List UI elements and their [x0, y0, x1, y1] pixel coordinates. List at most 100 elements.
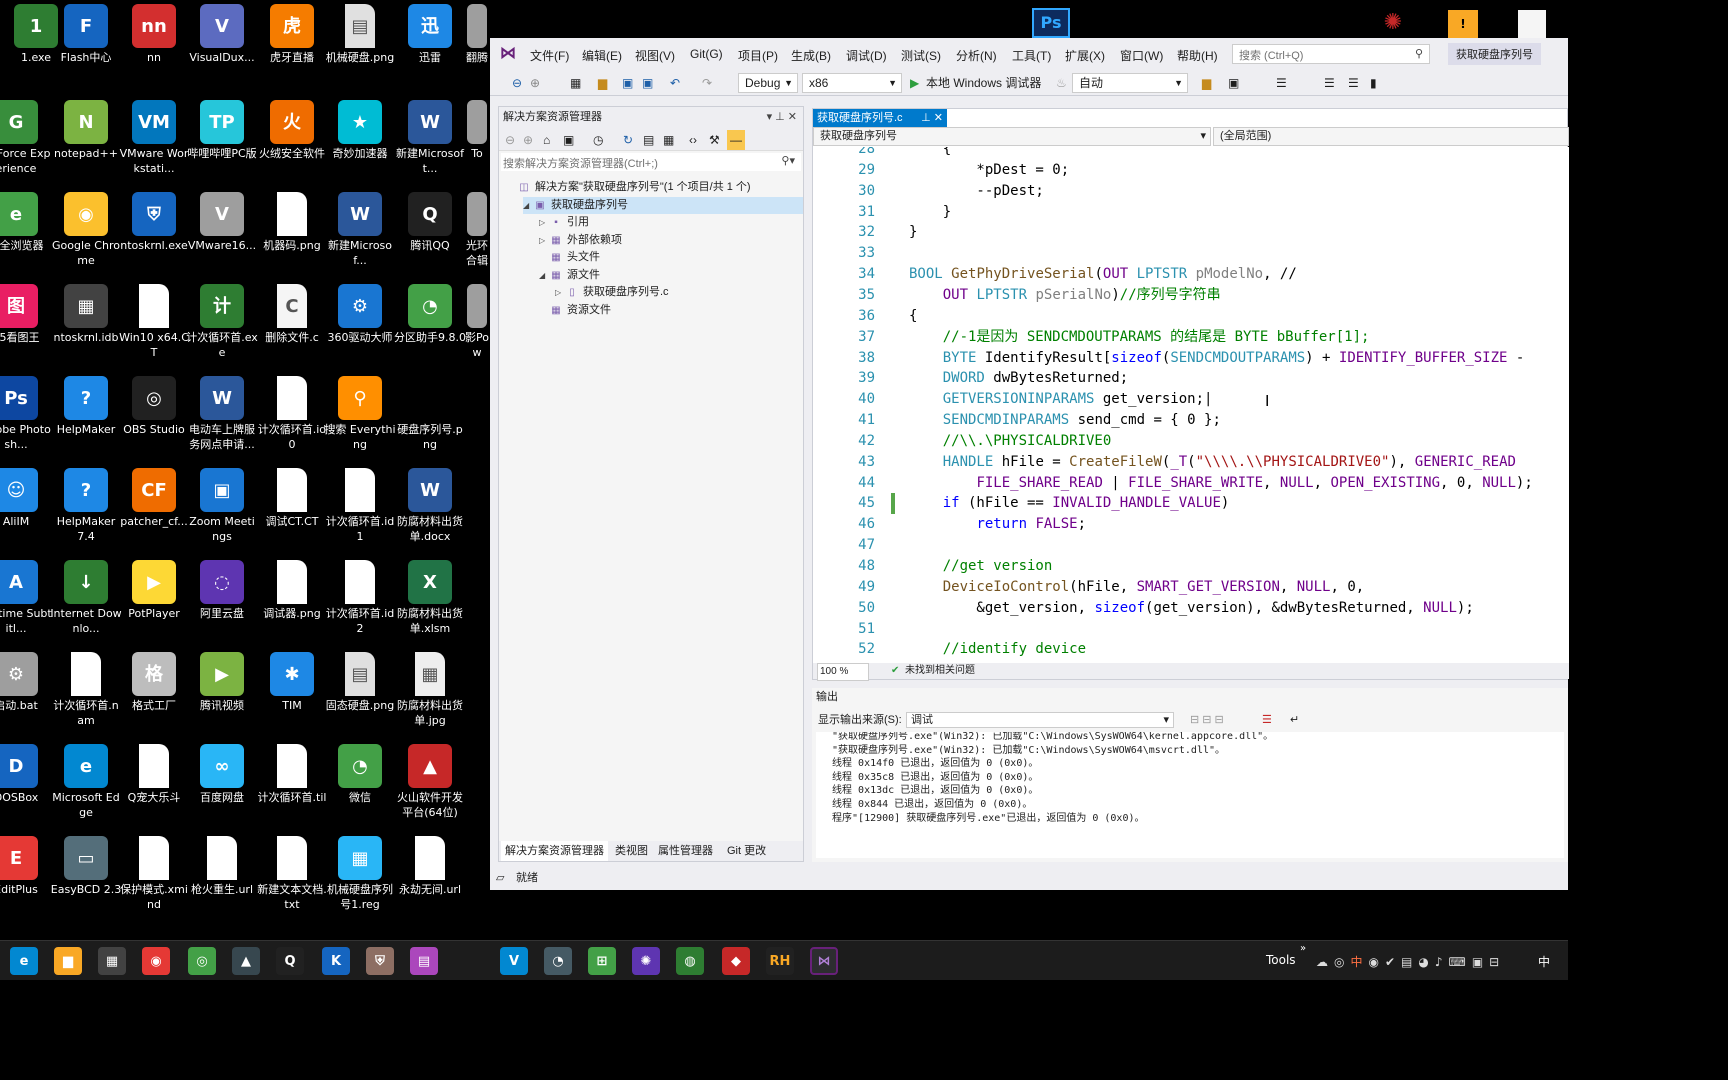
expand-arrow-icon[interactable]: ▷	[539, 214, 549, 231]
image-icon[interactable]: ▤	[410, 947, 438, 975]
menu-item[interactable]: 扩展(X)	[1065, 47, 1105, 64]
desktop-icon[interactable]: ⛨ ntoskrnl.exe	[118, 192, 190, 253]
auto-select[interactable]: 自动 ▼	[1072, 73, 1188, 93]
home-icon[interactable]: ⌂	[543, 130, 550, 150]
tree-item[interactable]: ▦ 资源文件	[539, 302, 611, 319]
desktop-icon[interactable]: Win10 x64.CT	[118, 284, 190, 360]
refresh-icon[interactable]: ↻	[623, 130, 633, 150]
tools-label[interactable]: Tools	[1266, 953, 1296, 967]
document-icon[interactable]	[1518, 10, 1546, 38]
list-icon[interactable]: ☰	[1348, 73, 1359, 93]
desktop-icon[interactable]: V VMware16...	[186, 192, 258, 253]
ime-icon[interactable]: 中	[1350, 955, 1368, 969]
tree-item[interactable]: ▷ ▪ 引用	[539, 214, 589, 231]
code-area[interactable]: 28 {29 *pDest = 0; 30 --pDest; 31 } 32} 33 34…	[813, 147, 1569, 663]
copy-icon[interactable]: ▦	[663, 130, 674, 150]
menu-item[interactable]: 编辑(E)	[582, 47, 622, 64]
desktop-icon[interactable]: 新建文本文档.txt	[256, 836, 328, 912]
desktop-icon[interactable]: ▶ PotPlayer	[118, 560, 190, 621]
expand-arrow-icon[interactable]: ◢	[539, 267, 549, 284]
desktop-icon[interactable]: F Flash中心	[50, 4, 122, 65]
desktop-icon[interactable]: VM VMware Workstati...	[118, 100, 190, 176]
desktop-icon[interactable]: 计计次循环首.exe	[186, 284, 258, 360]
desktop-icon[interactable]: 格格式工厂	[118, 652, 190, 713]
tree-item[interactable]: ▷ ▯ 获取硬盘序列号.c	[555, 284, 669, 301]
redo-icon[interactable]: ↷	[702, 73, 712, 93]
desktop-icon[interactable]: ▦ 防腐材料出货单.jpg	[394, 652, 466, 728]
clear-output-icon[interactable]: ⊟ ⊟ ⊟	[1190, 710, 1224, 730]
app-icon[interactable]: ◆	[722, 947, 750, 975]
desktop-icon[interactable]: 计次循环首.id0	[256, 376, 328, 452]
file-explorer-icon[interactable]: ▆	[54, 947, 82, 975]
tree-item[interactable]: ◢ ▣ 获取硬盘序列号	[523, 196, 803, 214]
save-all-icon[interactable]: ▣	[642, 73, 653, 93]
desktop-icon[interactable]: 永劫无间.url	[394, 836, 466, 897]
scope-dropdown[interactable]: 获取硬盘序列号 ▾	[813, 127, 1211, 146]
undo-icon[interactable]: ↶	[670, 73, 680, 93]
solution-search-input[interactable]: 搜索解决方案资源管理器(Ctrl+;) ⚲▾	[501, 153, 801, 171]
desktop-icon[interactable]: 虎虎牙直播	[256, 4, 328, 65]
platform-select[interactable]: x86 ▼	[802, 73, 902, 93]
desktop-icon[interactable]: ▦ ntoskrnl.idb	[50, 284, 122, 345]
desktop-icon[interactable]: A Arctime Subtitl...	[0, 560, 52, 636]
desktop-icon[interactable]: ▦ 机械硬盘序列号1.reg	[324, 836, 396, 912]
align-icon[interactable]: ☰	[1324, 73, 1335, 93]
shield-icon[interactable]: ⛨	[366, 947, 394, 975]
desktop-icon[interactable]: 计次循环首.id1	[324, 468, 396, 544]
panel-tab[interactable]: Git 更改	[723, 841, 770, 861]
tree-item[interactable]: ▷ ▦ 外部依赖项	[539, 232, 622, 249]
menu-item[interactable]: 工具(T)	[1012, 47, 1051, 64]
globe-icon[interactable]: ◍	[676, 947, 704, 975]
menu-item[interactable]: 视图(V)	[635, 47, 675, 64]
desktop-icon[interactable]: ∞ 百度网盘	[186, 744, 258, 805]
forward-icon[interactable]: ⊕	[530, 73, 540, 93]
chevron-up-icon[interactable]: »	[1300, 943, 1306, 954]
desktop-icon[interactable]: Q宠大乐斗	[118, 744, 190, 805]
tree-item[interactable]: ◫ 解决方案"获取硬盘序列号"(1 个项目/共 1 个)	[507, 179, 750, 196]
code-icon[interactable]: ‹›	[689, 130, 697, 150]
desktop-icon[interactable]: ◌ 阿里云盘	[186, 560, 258, 621]
history-icon[interactable]: ◷	[593, 130, 603, 150]
cat-icon[interactable]: ▲	[232, 947, 260, 975]
desktop-icon[interactable]: ☺ AliIM	[0, 468, 52, 529]
game-icon[interactable]: ◎	[188, 947, 216, 975]
desktop-icon[interactable]: e Microsoft Edge	[50, 744, 122, 820]
desktop-icon[interactable]: ? HelpMaker 7.4	[50, 468, 122, 544]
configuration-select[interactable]: Debug ▼	[738, 73, 798, 93]
back-icon[interactable]: ⊖	[505, 130, 515, 150]
zoom-select[interactable]: 100 %	[817, 663, 870, 681]
menu-item[interactable]: Git(G)	[690, 47, 723, 61]
screenshot-icon[interactable]: ▣	[1228, 73, 1239, 93]
desktop-icon[interactable]: 调试CT.CT	[256, 468, 328, 529]
k-icon[interactable]: K	[322, 947, 350, 975]
desktop-icon[interactable]: Nnotepad++	[50, 100, 122, 161]
forward-icon[interactable]: ⊕	[523, 130, 533, 150]
desktop-icon[interactable]: ▤ 机械硬盘.png	[324, 4, 396, 65]
menu-item[interactable]: 分析(N)	[956, 47, 997, 64]
desktop-icon[interactable]: 调试器.png	[256, 560, 328, 621]
store-icon[interactable]: ▦	[98, 947, 126, 975]
folder-icon[interactable]: ▆	[1202, 73, 1211, 93]
back-icon[interactable]: ⊖	[512, 73, 522, 93]
chrome-icon[interactable]: ◉	[142, 947, 170, 975]
desktop-icon[interactable]: X 防腐材料出货单.xlsm	[394, 560, 466, 636]
menu-item[interactable]: 调试(D)	[846, 47, 887, 64]
preview-icon[interactable]: —	[727, 130, 745, 150]
desktop-icon[interactable]: C 删除文件.c	[256, 284, 328, 345]
desktop-icon[interactable]: Q 腾讯QQ	[394, 192, 466, 253]
desktop-icon[interactable]: D DOSBox	[0, 744, 52, 805]
switch-view-icon[interactable]: ▣	[563, 130, 574, 150]
desktop-icon[interactable]: 枪火重生.url	[186, 836, 258, 897]
desktop-icon[interactable]: 光环合辑	[464, 192, 490, 268]
desktop-icon[interactable]: ▣ Zoom Meetings	[186, 468, 258, 544]
document-tab[interactable]: 获取硬盘序列号.c ⊥ ✕	[813, 109, 947, 127]
desktop-icon[interactable]: ▲ 火山软件开发平台(64位)	[394, 744, 466, 820]
photoshop-taskbar-preview-icon[interactable]: Ps	[1032, 8, 1070, 38]
desktop-icon[interactable]: ? HelpMaker	[50, 376, 122, 437]
desktop-icon[interactable]: ⚙ 启动.bat	[0, 652, 52, 713]
menu-item[interactable]: 测试(S)	[901, 47, 941, 64]
qq-icon[interactable]: Q	[276, 947, 304, 975]
panel-tab[interactable]: 属性管理器	[654, 841, 717, 861]
output-source-select[interactable]: 调试 ▾	[906, 712, 1174, 728]
desktop-icon[interactable]: ◔ 微信	[324, 744, 396, 805]
